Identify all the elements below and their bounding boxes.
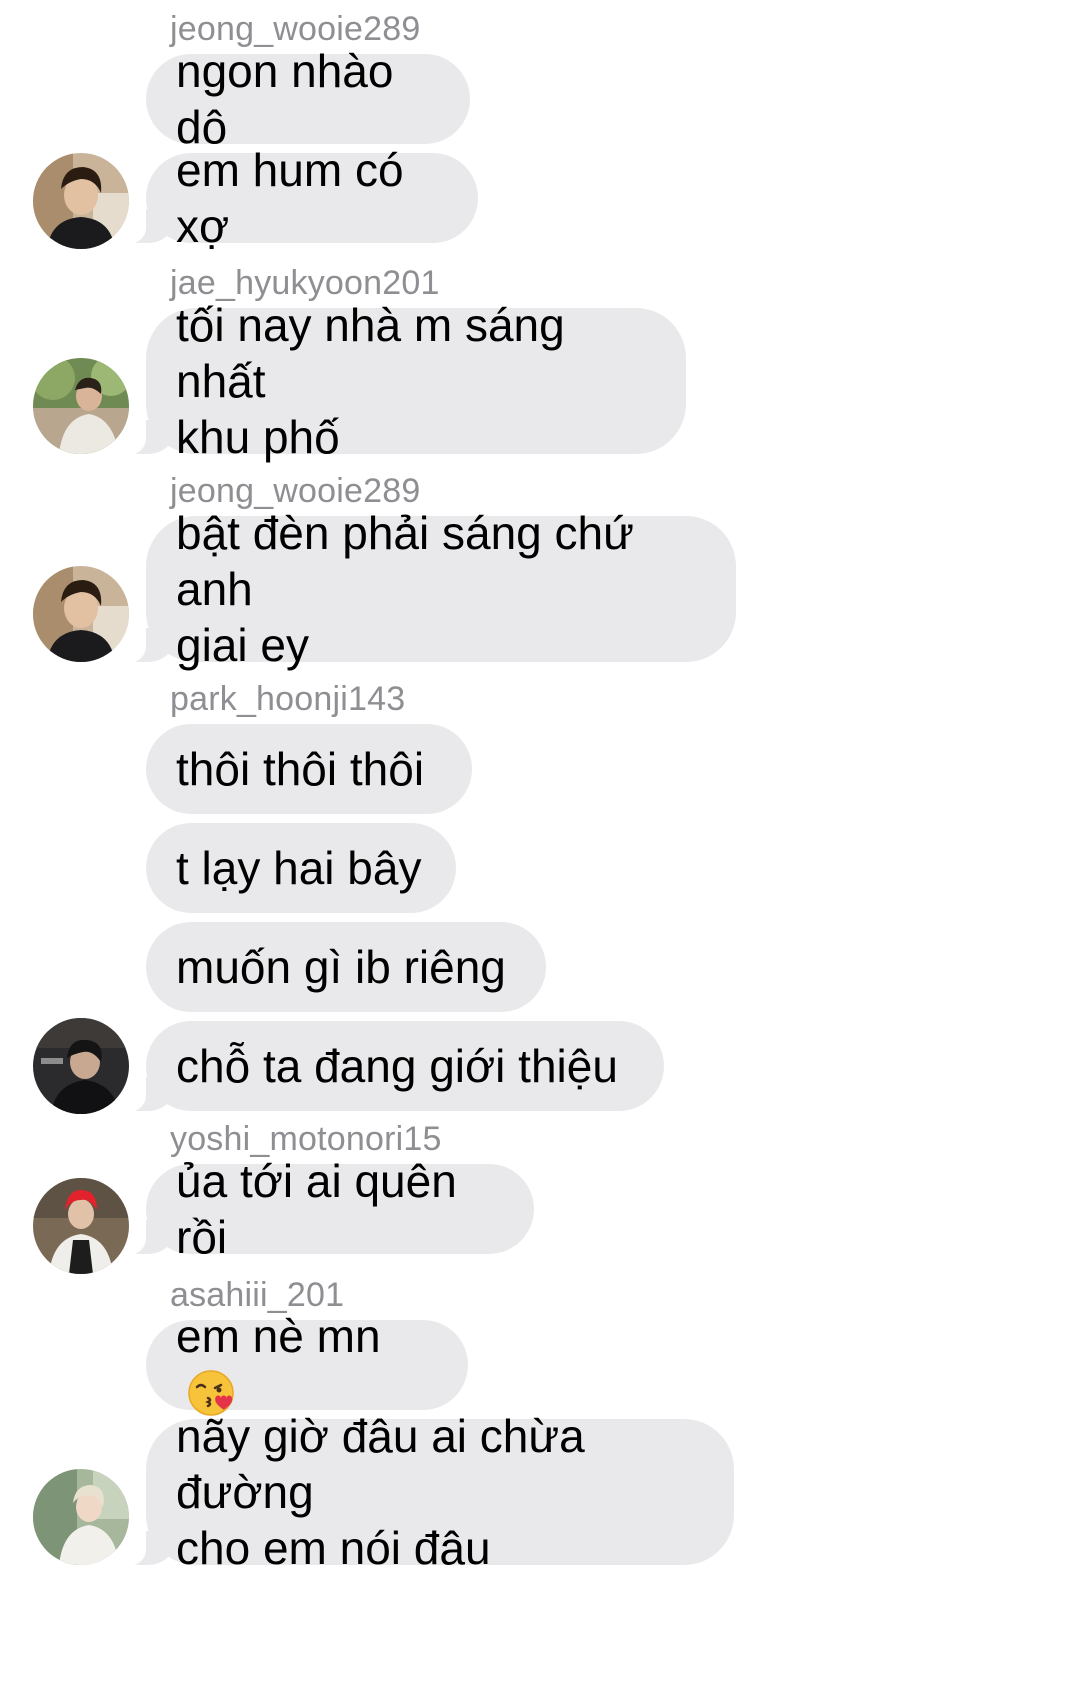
- asahiii-avatar[interactable]: [33, 1469, 129, 1565]
- message-text: tối nay nhà m sáng nhất khu phố: [176, 299, 565, 463]
- message-bubble[interactable]: em hum có xợ: [118, 144, 478, 252]
- message-bubble[interactable]: ủa tới ai quên rồi: [118, 1155, 534, 1263]
- message-bubble[interactable]: chỗ ta đang giới thiệu: [118, 1021, 664, 1112]
- sender-name: park_hoonji143: [170, 680, 406, 718]
- message-text: ủa tới ai quên rồi: [176, 1155, 470, 1263]
- message-text: chỗ ta đang giới thiệu: [176, 1040, 618, 1092]
- message-text: ngon nhào dô: [176, 45, 407, 153]
- message-bubble[interactable]: em nè mn: [146, 1310, 468, 1417]
- message-bubble[interactable]: thôi thôi thôi: [146, 724, 472, 814]
- message-text: t lạy hai bây: [176, 842, 422, 894]
- message-text: em nè mn: [176, 1308, 438, 1423]
- message-text: nãy giờ đâu ai chừa đường cho em nói đâu: [176, 1410, 585, 1574]
- jae-hyukyoon-avatar[interactable]: [33, 358, 129, 454]
- message-text: thôi thôi thôi: [176, 743, 425, 795]
- message-bubble[interactable]: ngon nhào dô: [146, 45, 470, 153]
- yoshi-motonori-avatar[interactable]: [33, 1178, 129, 1274]
- park-hoonji-avatar[interactable]: [33, 1018, 129, 1114]
- message-bubble[interactable]: muốn gì ib riêng: [146, 922, 546, 1012]
- chat-thread: jeong_wooie289 ngon nhào dô em hum có xợ…: [0, 0, 1073, 1685]
- message-bubble[interactable]: bật đèn phải sáng chứ anh giai ey: [118, 507, 736, 671]
- message-text: bật đèn phải sáng chứ anh giai ey: [176, 507, 634, 671]
- jeong-wooie-avatar[interactable]: [33, 566, 129, 662]
- jeong-wooie-avatar[interactable]: [33, 153, 129, 249]
- message-bubble[interactable]: nãy giờ đâu ai chừa đường cho em nói đâu: [118, 1410, 734, 1574]
- message-bubble[interactable]: t lạy hai bây: [146, 823, 456, 913]
- message-text: muốn gì ib riêng: [176, 941, 506, 993]
- message-bubble[interactable]: tối nay nhà m sáng nhất khu phố: [118, 299, 686, 463]
- message-text: em hum có xợ: [176, 144, 417, 252]
